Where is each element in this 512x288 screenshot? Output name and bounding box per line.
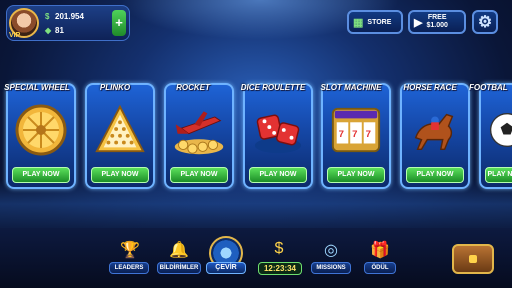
bell-icon: 🔔 [169, 242, 189, 259]
vip-badge: VIP [9, 32, 21, 39]
treasure-chest-icon[interactable] [452, 244, 494, 274]
store-button[interactable]: ▦ STORE [347, 10, 403, 34]
free-coins-button[interactable]: ▶ FREE $1.000 [408, 10, 466, 34]
horse-icon [408, 99, 462, 161]
play-now-button[interactable]: PLAY NOW [12, 167, 70, 183]
bonus-timer: 12:23:34 [258, 262, 302, 275]
game-title-slot-machine: SLOT MACHINE [320, 83, 382, 92]
casino-floor [0, 228, 512, 288]
coin-balance: $201.954 [45, 12, 84, 21]
cash-stack-icon: ▦ [353, 16, 364, 29]
gem-balance: ◆ 81 [45, 26, 64, 35]
player-profile-panel[interactable]: VIP $201.954 ◆ 81 + [6, 5, 130, 41]
play-now-button[interactable]: PLAY NOW [406, 167, 464, 183]
svg-text:7: 7 [339, 129, 344, 140]
game-title-plinko: PLINKO [99, 83, 131, 92]
trophy-icon: 🏆 [120, 242, 140, 259]
dice-icon [251, 99, 305, 161]
play-now-button[interactable]: PLAY NOW [249, 167, 307, 183]
free-label: FREE [427, 14, 447, 21]
svg-text:7: 7 [352, 129, 357, 140]
free-amount: $1.000 [426, 22, 448, 29]
game-title-horse-race: HORSE RACE [403, 83, 457, 92]
missions-button[interactable]: MISSIONS [311, 262, 351, 274]
notifications-button[interactable]: BİLDİRİMLER [157, 262, 201, 274]
target-icon: ◎ [324, 242, 338, 259]
game-title-rocket: ROCKET [176, 83, 210, 92]
game-card-slot-machine[interactable]: 777 PLAY NOW [321, 83, 391, 189]
gift-icon: 🎁 [370, 242, 390, 259]
game-card-horse-race[interactable]: PLAY NOW [400, 83, 470, 189]
play-now-button[interactable]: PLAY NOW [170, 167, 228, 183]
slot-icon: 777 [329, 99, 383, 161]
leaders-button[interactable]: LEADERS [109, 262, 149, 274]
play-now-button[interactable]: PLAY NOW [91, 167, 149, 183]
coin-balance-value: 201.954 [55, 12, 84, 21]
game-card-football[interactable]: PLAY NOW [479, 83, 512, 189]
game-card-dice-roulette[interactable]: PLAY NOW [243, 83, 313, 189]
svg-text:7: 7 [366, 129, 371, 140]
coin-icon: $ [45, 12, 50, 21]
store-label: STORE [367, 18, 392, 26]
video-camera-icon: ▶ [414, 16, 423, 29]
plinko-icon [93, 99, 147, 161]
gear-icon: ⚙ [477, 14, 493, 31]
settings-button[interactable]: ⚙ [472, 10, 498, 34]
spin-button[interactable]: ÇEVİR [206, 262, 246, 274]
play-now-button[interactable]: PLAY NOW [485, 167, 512, 183]
rocket-icon [172, 99, 226, 161]
game-card-rocket[interactable]: PLAY NOW [164, 83, 234, 189]
add-coins-button[interactable]: + [112, 10, 126, 36]
game-title-football: FOOTBAL [469, 83, 508, 92]
free-coins-text: FREE $1.000 [426, 14, 447, 30]
gem-balance-value: 81 [55, 26, 64, 35]
gem-icon: ◆ [45, 26, 52, 35]
football-icon [487, 99, 512, 161]
game-card-plinko[interactable]: PLAY NOW [85, 83, 155, 189]
dollar-icon: $ [274, 240, 284, 257]
game-title-dice-roulette: DICE ROULETTE [240, 83, 306, 92]
reward-button[interactable]: ÖDÜL [364, 262, 396, 274]
game-card-special-wheel[interactable]: PLAY NOW [6, 83, 76, 189]
wheel-icon [14, 99, 68, 161]
game-title-special-wheel: SPECIAL WHEEL [4, 83, 70, 92]
play-now-button[interactable]: PLAY NOW [327, 167, 385, 183]
